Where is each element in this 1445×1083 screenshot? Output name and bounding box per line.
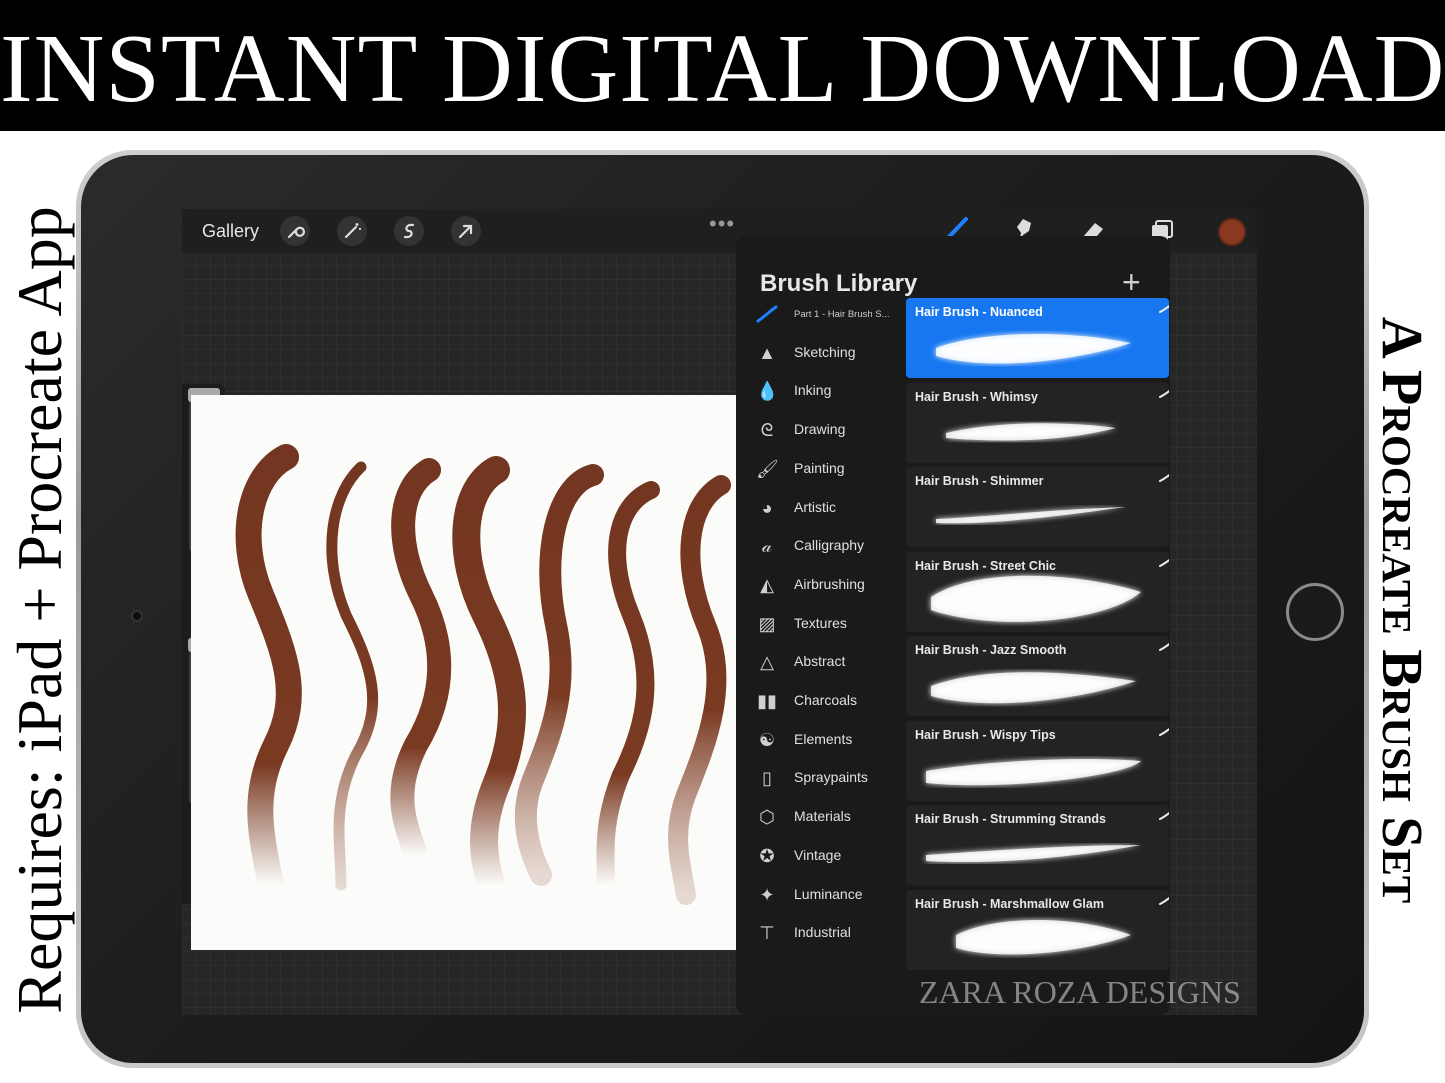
- stroke-5: [514, 464, 604, 886]
- category-item[interactable]: 💧 Inking: [736, 372, 906, 410]
- brush-name: Hair Brush - Strumming Strands: [915, 812, 1106, 826]
- category-label: Luminance: [794, 885, 863, 902]
- gallery-button[interactable]: Gallery: [202, 221, 259, 242]
- category-item[interactable]: ⊤ Industrial: [736, 914, 906, 952]
- ipad-device: Gallery ••• Brush Library + Part 1 - Hai…: [76, 150, 1369, 1068]
- brush-name: Hair Brush - Street Chic: [915, 558, 1057, 573]
- category-label: Textures: [794, 614, 847, 631]
- drawing-canvas[interactable]: [191, 395, 736, 950]
- anvil-icon: ⊤: [759, 923, 775, 944]
- brush-item[interactable]: Hair Brush - Street Chic: [906, 551, 1169, 632]
- brush-item[interactable]: Hair Brush - Jazz Smooth: [906, 636, 1169, 716]
- brush-name: Hair Brush - Whimsy: [915, 389, 1038, 404]
- brush-item[interactable]: Hair Brush - Strumming Strands: [906, 805, 1169, 885]
- triangle-icon: △: [760, 652, 774, 673]
- brush-name: Hair Brush - Marshmallow Glam: [915, 896, 1104, 911]
- airbrush-icon: ◭: [760, 574, 774, 595]
- ipad-bezel: Gallery ••• Brush Library + Part 1 - Hai…: [81, 155, 1364, 1063]
- category-item[interactable]: ▲ Sketching: [736, 334, 906, 372]
- calligraphy-a-icon: 𝒶: [762, 536, 772, 557]
- yin-yang-icon: ☯: [758, 729, 776, 750]
- spray-can-icon: ▯: [762, 768, 772, 789]
- category-label: Drawing: [794, 421, 846, 438]
- brush-strokes: [235, 444, 731, 905]
- brush-library-title: Brush Library: [760, 270, 918, 297]
- transform-arrow-icon[interactable]: [451, 216, 481, 246]
- category-item[interactable]: Part 1 - Hair Brush S...: [736, 295, 906, 333]
- category-label: Abstract: [794, 653, 846, 670]
- brush-name: Hair Brush - Jazz Smooth: [915, 643, 1067, 657]
- category-label: Painting: [794, 459, 845, 476]
- stroke-3: [390, 458, 452, 867]
- brush-item[interactable]: Hair Brush - Wispy Tips: [906, 720, 1169, 801]
- category-label: Calligraphy: [794, 537, 865, 554]
- banner-title: INSTANT DIGITAL DOWNLOAD: [0, 15, 1445, 123]
- sparkle-icon: ✦: [759, 884, 775, 905]
- wrench-icon[interactable]: [280, 216, 310, 246]
- category-label: Part 1 - Hair Brush S...: [794, 309, 890, 320]
- category-label: Materials: [794, 808, 851, 825]
- stroke-2: [326, 461, 379, 891]
- category-item[interactable]: ▮▮ Charcoals: [736, 682, 906, 720]
- brush-library-panel: Brush Library + Part 1 - Hair Brush S...…: [736, 236, 1170, 1015]
- brush-item[interactable]: Hair Brush - Shimmer: [906, 467, 1169, 547]
- category-label: Charcoals: [794, 692, 858, 708]
- category-item[interactable]: ᘓ Drawing: [736, 411, 906, 449]
- home-button[interactable]: [1286, 583, 1344, 641]
- pencil-tip-icon: ▲: [758, 342, 776, 363]
- brush-item[interactable]: Hair Brush - Nuanced: [906, 298, 1169, 378]
- category-item[interactable]: 🖌 Painting: [736, 450, 906, 488]
- category-item[interactable]: 𝒶 Calligraphy: [736, 527, 906, 565]
- category-item[interactable]: ◭ Airbrushing: [736, 566, 906, 604]
- star-circle-icon: ✪: [759, 845, 775, 866]
- brush-name: Hair Brush - Nuanced: [915, 305, 1043, 319]
- stroke-4: [452, 456, 526, 899]
- paint-brush-icon: 🖌: [756, 458, 779, 479]
- magic-wand-icon[interactable]: [337, 216, 367, 246]
- charcoal-bars-icon: ▮▮: [757, 691, 777, 711]
- add-brush-button[interactable]: +: [1122, 264, 1141, 301]
- stroke-6: [596, 481, 660, 894]
- category-item[interactable]: ⬡ Materials: [736, 798, 906, 836]
- category-label: Spraypaints: [794, 769, 868, 786]
- category-label: Artistic: [794, 498, 836, 515]
- ink-drop-icon: 💧: [756, 381, 779, 402]
- camera-icon: [131, 610, 143, 622]
- category-item[interactable]: ✦ Luminance: [736, 876, 906, 914]
- cube-icon: ⬡: [759, 807, 775, 828]
- feather-icon: [756, 303, 778, 325]
- brush-item[interactable]: Hair Brush - Marshmallow Glam: [906, 889, 1169, 970]
- category-label: Inking: [794, 382, 832, 399]
- category-label: Vintage: [794, 846, 842, 863]
- palette-icon: ◕: [761, 497, 773, 518]
- category-item[interactable]: ▯ Spraypaints: [736, 759, 906, 797]
- category-label: Airbrushing: [794, 575, 865, 592]
- watermark-text: ZARA ROZA DESIGNS: [919, 974, 1241, 1010]
- procreate-screen: Gallery ••• Brush Library + Part 1 - Hai…: [182, 209, 1257, 1015]
- top-banner: INSTANT DIGITAL DOWNLOAD: [0, 0, 1445, 131]
- category-label: Elements: [794, 730, 853, 747]
- brush-name: Hair Brush - Wispy Tips: [915, 727, 1056, 742]
- category-item[interactable]: ▨ Textures: [736, 605, 906, 643]
- product-tagline: A Procreate Brush Set: [1370, 316, 1435, 904]
- category-item[interactable]: ◕ Artistic: [736, 489, 906, 527]
- brush-item[interactable]: Hair Brush - Whimsy: [906, 382, 1169, 463]
- stroke-1: [235, 444, 302, 898]
- color-picker-button[interactable]: [1218, 218, 1246, 246]
- category-item[interactable]: △ Abstract: [736, 643, 906, 681]
- swirl-icon: ᘓ: [760, 420, 774, 441]
- selection-icon[interactable]: [394, 216, 424, 246]
- category-label: Sketching: [794, 343, 856, 360]
- category-label: Industrial: [794, 924, 851, 941]
- stroke-7: [668, 475, 731, 905]
- requirements-text: Requires: iPad + Procreate App: [4, 206, 75, 1014]
- category-item[interactable]: ✪ Vintage: [736, 837, 906, 875]
- brush-name: Hair Brush - Shimmer: [915, 474, 1044, 488]
- texture-icon: ▨: [758, 613, 776, 634]
- actions-menu-icon[interactable]: •••: [709, 211, 735, 237]
- category-item[interactable]: ☯ Elements: [736, 721, 906, 759]
